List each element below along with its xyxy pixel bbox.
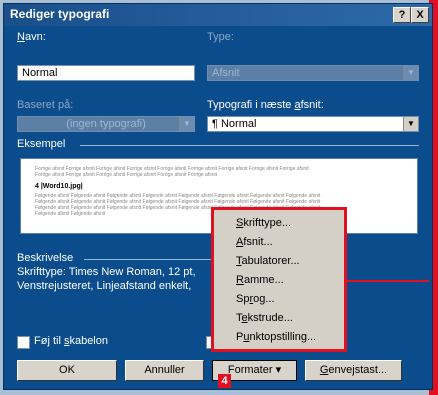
menu-item-paragraph[interactable]: Afsnit... bbox=[236, 236, 273, 248]
close-button[interactable]: X bbox=[411, 7, 429, 23]
menu-item-bullets-numbering[interactable]: Punktopstilling... bbox=[236, 331, 316, 343]
format-menu: Skrifttype... Afsnit... Tabulatorer... R… bbox=[211, 207, 347, 352]
preview-heading: Eksempel bbox=[17, 138, 66, 150]
description-line: Venstrejusteret, Linjeafstand enkelt, bbox=[17, 280, 192, 292]
ok-button[interactable]: OK bbox=[17, 360, 117, 381]
group-divider bbox=[80, 145, 419, 146]
preview-prev-line: Forrige afsnit Forrige afsnit Forrige af… bbox=[35, 172, 218, 178]
chevron-down-icon: ▼ bbox=[179, 117, 194, 131]
annotation-connector-line bbox=[347, 280, 429, 282]
chevron-down-icon: ▼ bbox=[403, 66, 418, 80]
cancel-button[interactable]: Annuller bbox=[125, 360, 204, 381]
group-divider bbox=[84, 259, 214, 260]
menu-item-border[interactable]: Ramme... bbox=[236, 274, 284, 286]
based-on-label: Baseret på: bbox=[17, 99, 74, 111]
title-bar: Rediger typografi ? X bbox=[4, 4, 432, 26]
step-badge: 4 bbox=[218, 374, 231, 388]
chevron-down-icon[interactable]: ▼ bbox=[403, 117, 418, 131]
next-style-select[interactable]: ¶ Normal ▼ bbox=[207, 116, 419, 132]
menu-arrow-icon: ▾ bbox=[275, 364, 282, 376]
add-to-template-label: Føj til skabelon bbox=[34, 335, 108, 347]
name-label: Navn: bbox=[17, 31, 46, 43]
dialog-title: Rediger typografi bbox=[10, 7, 110, 21]
menu-item-text-box[interactable]: Tekstrude... bbox=[236, 312, 293, 324]
next-style-label: Typografi i næste afsnit: bbox=[207, 99, 324, 111]
menu-item-language[interactable]: Sprog... bbox=[236, 293, 275, 305]
menu-item-tabs[interactable]: Tabulatorer... bbox=[236, 255, 300, 267]
preview-next-line: Følgende afsnit Følgende afsnit bbox=[35, 211, 106, 217]
add-to-template-checkbox[interactable] bbox=[17, 336, 30, 349]
shortcut-key-button[interactable]: Genvejstast... bbox=[305, 360, 402, 381]
type-label: Type: bbox=[207, 31, 234, 43]
based-on-select: (ingen typografi) ▼ bbox=[17, 116, 195, 132]
name-input[interactable]: Normal bbox=[17, 65, 195, 81]
type-select: Afsnit ▼ bbox=[207, 65, 419, 81]
menu-item-font[interactable]: Skrifttype... bbox=[236, 217, 291, 229]
help-button[interactable]: ? bbox=[393, 7, 411, 23]
description-heading: Beskrivelse bbox=[17, 252, 74, 264]
preview-sample-text: 4 |Word10.jpg| bbox=[35, 183, 83, 190]
description-line: Skrifttype: Times New Roman, 12 pt, bbox=[17, 266, 196, 278]
